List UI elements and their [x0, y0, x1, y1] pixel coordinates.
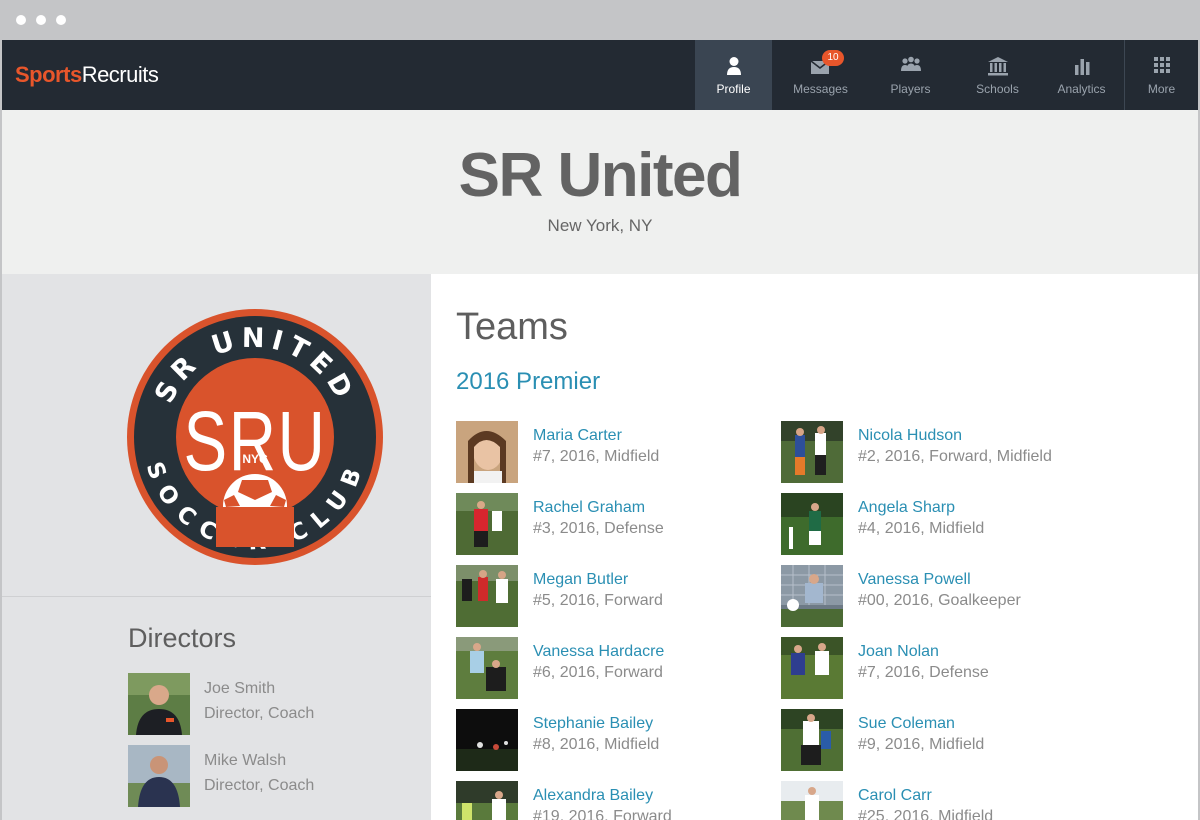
club-header: SR United New York, NY: [2, 110, 1198, 274]
nav-messages[interactable]: 10 Messages: [778, 40, 863, 110]
player-photo[interactable]: [456, 493, 518, 555]
club-sidebar: SR UNITED SOCCER CLUB SRU NYC Directors: [2, 274, 431, 820]
player-card[interactable]: Sue Coleman #9, 2016, Midfield: [781, 709, 1091, 773]
window-close-dot[interactable]: [16, 15, 26, 25]
players-icon: [900, 56, 921, 71]
team-name-link[interactable]: 2016 Premier: [456, 368, 600, 396]
bar-chart-icon: [1074, 59, 1089, 75]
nav-messages-label: Messages: [793, 82, 848, 96]
player-card[interactable]: Megan Butler #5, 2016, Forward: [456, 565, 766, 629]
player-photo[interactable]: [781, 421, 843, 483]
director-photo[interactable]: [128, 673, 190, 735]
window-titlebar: [0, 0, 1200, 40]
player-name-link[interactable]: Rachel Graham: [533, 499, 645, 517]
player-card[interactable]: Maria Carter #7, 2016, Midfield: [456, 421, 766, 485]
nav-players[interactable]: Players: [869, 40, 952, 110]
player-details: #00, 2016, Goalkeeper: [858, 592, 1021, 609]
window-minimize-dot[interactable]: [36, 15, 46, 25]
player-card[interactable]: Stephanie Bailey #8, 2016, Midfield: [456, 709, 766, 773]
player-name-link[interactable]: Carol Carr: [858, 787, 932, 805]
player-photo[interactable]: [781, 565, 843, 627]
brand-logo-sports: Sports: [15, 62, 82, 87]
window-zoom-dot[interactable]: [56, 15, 66, 25]
teams-section: Teams 2016 Premier Maria Carter #7, 2016…: [431, 274, 1198, 820]
club-location: New York, NY: [547, 216, 653, 235]
player-details: #5, 2016, Forward: [533, 592, 663, 609]
player-photo[interactable]: [456, 781, 518, 820]
player-photo[interactable]: [456, 637, 518, 699]
player-name-link[interactable]: Megan Butler: [533, 571, 628, 589]
player-photo[interactable]: [781, 781, 843, 820]
player-details: #2, 2016, Forward, Midfield: [858, 448, 1052, 465]
player-details: #3, 2016, Defense: [533, 520, 664, 537]
nav-more-label: More: [1147, 82, 1176, 96]
director-role: Director, Coach: [204, 777, 315, 794]
player-name-link[interactable]: Sue Coleman: [858, 715, 955, 733]
director-name: Joe Smith: [204, 680, 276, 697]
brand-logo[interactable]: SportsRecruits: [15, 62, 159, 88]
player-card[interactable]: Rachel Graham #3, 2016, Defense: [456, 493, 766, 557]
player-details: #8, 2016, Midfield: [533, 736, 660, 753]
player-details: #7, 2016, Defense: [858, 664, 989, 681]
teams-heading: Teams: [456, 306, 568, 348]
nav-players-label: Players: [890, 82, 931, 96]
club-name: SR United: [458, 141, 743, 210]
messages-count-badge: 10: [822, 50, 844, 66]
player-photo[interactable]: [781, 637, 843, 699]
player-details: #4, 2016, Midfield: [858, 520, 985, 537]
player-card[interactable]: Vanessa Powell #00, 2016, Goalkeeper: [781, 565, 1091, 629]
directors-heading: Directors: [128, 623, 237, 653]
nav-more[interactable]: More: [1125, 40, 1198, 110]
nav-analytics[interactable]: Analytics: [1041, 40, 1122, 110]
crest-city: NYC: [242, 452, 268, 466]
player-card[interactable]: Carol Carr #25, 2016, Midfield: [781, 781, 1091, 820]
player-photo[interactable]: [781, 709, 843, 771]
crest-letters: SRU: [184, 394, 327, 488]
nav-schools[interactable]: Schools: [956, 40, 1039, 110]
player-details: #6, 2016, Forward: [533, 664, 663, 681]
player-card[interactable]: Alexandra Bailey #19, 2016, Forward: [456, 781, 766, 820]
player-name-link[interactable]: Stephanie Bailey: [533, 715, 653, 733]
nav-profile-label: Profile: [716, 82, 751, 96]
player-photo[interactable]: [456, 421, 518, 483]
director-photo[interactable]: [128, 745, 190, 807]
sidebar-divider: [2, 596, 431, 597]
player-name-link[interactable]: Maria Carter: [533, 427, 622, 445]
person-icon: [726, 57, 741, 75]
player-details: #7, 2016, Midfield: [533, 448, 660, 465]
player-details: #19, 2016, Forward: [533, 808, 672, 820]
player-card[interactable]: Joan Nolan #7, 2016, Defense: [781, 637, 1091, 701]
player-details: #9, 2016, Midfield: [858, 736, 985, 753]
player-card[interactable]: Nicola Hudson #2, 2016, Forward, Midfiel…: [781, 421, 1091, 485]
top-nav: SportsRecruits Profile 10 Messages Playe…: [2, 40, 1198, 110]
nav-profile[interactable]: Profile: [695, 40, 772, 110]
brand-logo-recruits: Recruits: [81, 62, 159, 87]
player-photo[interactable]: [781, 493, 843, 555]
player-name-link[interactable]: Vanessa Powell: [858, 571, 971, 589]
player-details: #25, 2016, Midfield: [858, 808, 994, 820]
player-photo[interactable]: [456, 709, 518, 771]
player-name-link[interactable]: Vanessa Hardacre: [533, 643, 664, 661]
director-name: Mike Walsh: [204, 752, 287, 769]
director-card[interactable]: Joe Smith Director, Coach: [128, 673, 408, 737]
player-name-link[interactable]: Alexandra Bailey: [533, 787, 653, 805]
nav-schools-label: Schools: [976, 82, 1019, 96]
player-card[interactable]: Angela Sharp #4, 2016, Midfield: [781, 493, 1091, 557]
nav-analytics-label: Analytics: [1057, 82, 1106, 96]
club-crest-logo: SR UNITED SOCCER CLUB SRU NYC: [127, 309, 383, 565]
player-name-link[interactable]: Nicola Hudson: [858, 427, 962, 445]
player-name-link[interactable]: Joan Nolan: [858, 643, 939, 661]
app-frame: SportsRecruits Profile 10 Messages Playe…: [2, 40, 1198, 820]
player-card[interactable]: Vanessa Hardacre #6, 2016, Forward: [456, 637, 766, 701]
player-name-link[interactable]: Angela Sharp: [858, 499, 955, 517]
player-photo[interactable]: [456, 565, 518, 627]
director-card[interactable]: Mike Walsh Director, Coach: [128, 745, 408, 809]
school-icon: [987, 57, 1008, 76]
grid-icon: [1153, 57, 1170, 73]
director-role: Director, Coach: [204, 705, 315, 722]
